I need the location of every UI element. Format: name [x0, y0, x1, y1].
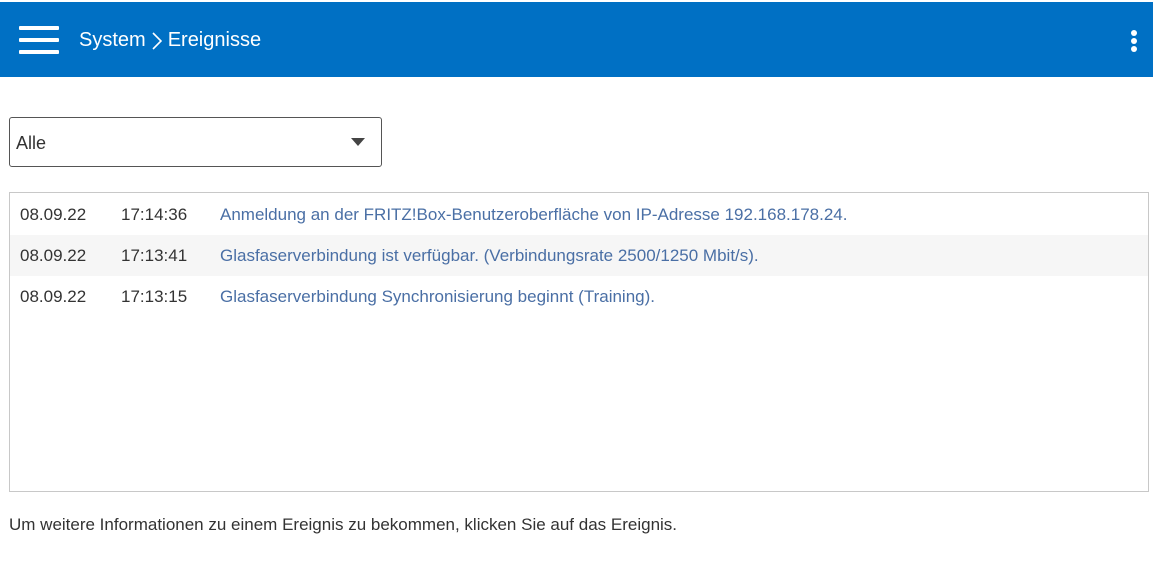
app-header: System Ereignisse [0, 2, 1153, 77]
hamburger-menu-icon[interactable] [19, 24, 59, 56]
breadcrumb-system[interactable]: System [79, 28, 146, 52]
event-message[interactable]: Anmeldung an der FRITZ!Box-Benutzeroberf… [220, 194, 847, 235]
event-row[interactable]: 08.09.22 17:13:15 Glasfaserverbindung Sy… [10, 276, 1148, 317]
event-list[interactable]: 08.09.22 17:14:36 Anmeldung an der FRITZ… [9, 192, 1149, 492]
breadcrumb: System Ereignisse [79, 28, 261, 52]
event-time: 17:13:15 [121, 287, 188, 306]
event-message[interactable]: Glasfaserverbindung Synchronisierung beg… [220, 276, 655, 317]
event-row[interactable]: 08.09.22 17:14:36 Anmeldung an der FRITZ… [10, 194, 1148, 235]
chevron-right-icon [146, 28, 168, 52]
event-time: 17:13:41 [121, 246, 188, 265]
event-date: 08.09.22 [20, 205, 87, 224]
event-date: 08.09.22 [20, 287, 87, 306]
info-hint-text: Um weitere Informationen zu einem Ereign… [9, 515, 678, 534]
event-filter-select[interactable]: Alle [9, 117, 382, 167]
dropdown-caret-icon [351, 138, 365, 146]
more-vertical-icon[interactable] [1129, 28, 1139, 52]
event-filter-value: Alle [16, 133, 47, 153]
event-time: 17:14:36 [121, 205, 188, 224]
event-message[interactable]: Glasfaserverbindung ist verfügbar. (Verb… [220, 235, 759, 276]
breadcrumb-ereignisse: Ereignisse [167, 29, 262, 51]
event-row[interactable]: 08.09.22 17:13:41 Glasfaserverbindung is… [10, 235, 1148, 276]
event-date: 08.09.22 [20, 246, 87, 265]
